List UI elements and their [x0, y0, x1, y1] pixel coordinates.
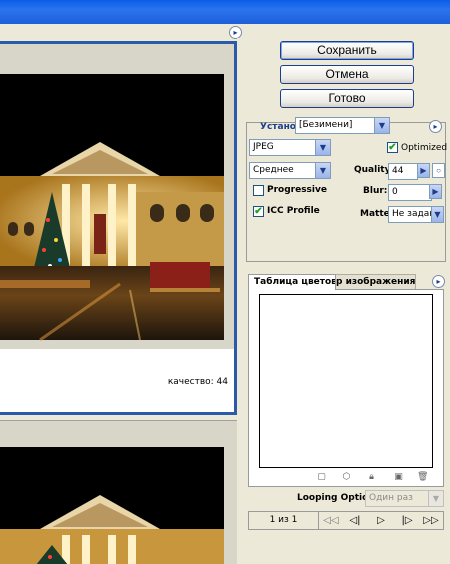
night-building-image-2 [0, 421, 237, 564]
preset-value: [Безимени] [299, 120, 353, 130]
color-swatch-area[interactable] [259, 294, 433, 468]
web-snap-icon[interactable]: ⬡ [341, 472, 352, 483]
previous-frame-icon[interactable]: ◁| [345, 513, 365, 528]
blur-value: 0 [392, 187, 398, 197]
preview-pane-optimized: качество: 44 [0, 41, 237, 415]
tab-color-table[interactable]: Таблица цветов [248, 274, 336, 290]
new-color-icon[interactable]: ▣ [393, 472, 404, 483]
icc-profile-label: ICC Profile [267, 206, 320, 216]
icc-profile-checkbox[interactable]: ✔ [253, 206, 264, 217]
format-select[interactable]: JPEG ▼ [249, 139, 331, 156]
quality-level-value: Среднее [253, 165, 294, 175]
quality-arrow-icon[interactable]: ▶ [417, 163, 430, 178]
chevron-down-icon: ▼ [374, 118, 389, 133]
optimized-checkbox[interactable]: ✔ [387, 142, 398, 153]
looping-value: Один раз [369, 493, 413, 503]
optimization-settings: Установ [Безимени] ▼ ▸ JPEG ▼ ✔ Optimize… [246, 117, 448, 262]
preset-select[interactable]: [Безимени] ▼ [295, 117, 390, 134]
map-transparency-icon[interactable]: ▢ [316, 472, 327, 483]
looping-select[interactable]: Один раз ▼ [365, 490, 444, 507]
matte-select[interactable]: Не задан ▼ [388, 206, 444, 223]
quality-value: 44 [392, 166, 404, 176]
night-building-image [0, 44, 234, 349]
preview-image-frame-2 [0, 421, 237, 564]
blur-arrow-icon[interactable]: ▶ [429, 184, 442, 199]
chevron-down-icon: ▼ [431, 207, 443, 222]
trash-icon[interactable]: 🗑︎ [417, 472, 428, 483]
cancel-button[interactable]: Отмена [280, 65, 414, 84]
color-table-panel: ▢ ⬡ 🔒︎ ▣ 🗑︎ [248, 289, 444, 487]
pane-divider [237, 38, 245, 564]
window-titlebar [0, 0, 450, 24]
preview-pane-original [0, 420, 237, 564]
chevron-down-icon: ▼ [315, 163, 330, 178]
frame-counter: 1 из 1 [249, 512, 319, 529]
quality-level-select[interactable]: Среднее ▼ [249, 162, 331, 179]
first-frame-icon[interactable]: ◁◁ [321, 513, 341, 528]
matte-value: Не задан [392, 209, 436, 219]
blur-label: Blur: [363, 186, 388, 196]
quality-readout: качество: 44 [167, 377, 228, 387]
format-value: JPEG [253, 142, 274, 152]
quality-channel-icon[interactable]: ○ [432, 163, 445, 178]
blur-input[interactable]: 0 [388, 184, 432, 201]
optimized-label: Optimized [401, 143, 448, 153]
top-strip [0, 24, 450, 38]
last-frame-icon[interactable]: ▷▷ [421, 513, 441, 528]
tab-image-size[interactable]: р изображения [330, 274, 416, 290]
settings-menu-icon[interactable]: ▸ [429, 120, 442, 133]
next-frame-icon[interactable]: |▷ [397, 513, 417, 528]
done-button[interactable]: Готово [280, 89, 414, 108]
lock-icon[interactable]: 🔒︎ [366, 472, 377, 483]
chevron-down-icon: ▼ [428, 491, 443, 506]
color-table-menu-icon[interactable]: ▸ [432, 275, 445, 288]
chevron-down-icon: ▼ [315, 140, 330, 155]
animation-controls: 1 из 1 ◁◁ ◁| ▷ |▷ ▷▷ [248, 511, 444, 530]
progressive-label: Progressive [267, 185, 327, 195]
progressive-checkbox[interactable] [253, 185, 264, 196]
play-icon[interactable]: ▷ [371, 513, 391, 528]
quality-input[interactable]: 44 [388, 163, 418, 180]
preview-image-frame [0, 44, 234, 349]
save-button[interactable]: Сохранить [280, 41, 414, 60]
